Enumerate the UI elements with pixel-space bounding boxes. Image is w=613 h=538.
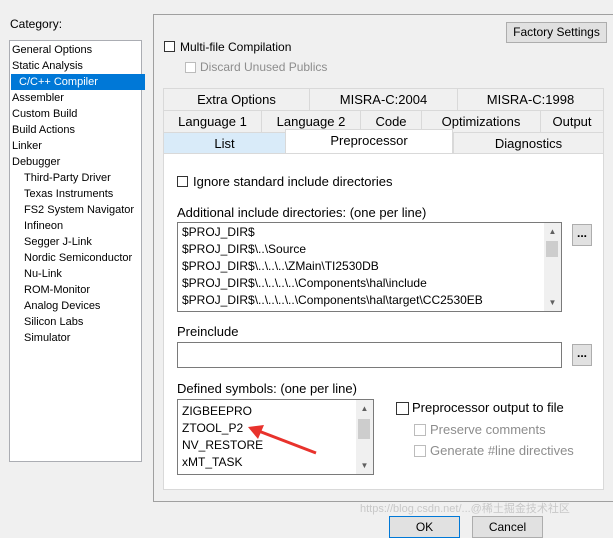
tab-misra-1998[interactable]: MISRA-C:1998 (457, 88, 604, 110)
category-item[interactable]: Infineon (11, 218, 63, 234)
preprocessor-output-label: Preprocessor output to file (412, 400, 564, 415)
annotation-arrow-icon (248, 425, 317, 455)
include-dir-line: $PROJ_DIR$\..\..\..\..\Components\hal\ta… (182, 293, 483, 307)
include-dir-line: $PROJ_DIR$\..\..\..\..\Components\hal\in… (182, 276, 427, 290)
tab-language-1[interactable]: Language 1 (163, 110, 261, 132)
category-label: Category: (10, 17, 63, 31)
generate-line-label: Generate #line directives (430, 443, 574, 458)
preinclude-label: Preinclude (177, 324, 239, 339)
category-item[interactable]: Linker (11, 138, 42, 154)
include-dir-line: $PROJ_DIR$\..\Source (182, 242, 307, 256)
discard-unused-label: Discard Unused Publics (200, 60, 328, 74)
scroll-down-icon[interactable]: ▼ (356, 457, 373, 474)
category-item[interactable]: Static Analysis (11, 58, 83, 74)
preprocessor-output-checkbox[interactable] (396, 402, 409, 415)
include-dirs-textarea[interactable]: $PROJ_DIR$ $PROJ_DIR$\..\Source $PROJ_DI… (177, 222, 562, 312)
preinclude-browse-button[interactable]: ... (572, 344, 592, 366)
ignore-std-includes-label: Ignore standard include directories (193, 174, 393, 189)
discard-unused-checkbox[interactable] (185, 62, 196, 73)
cancel-button[interactable]: Cancel (472, 516, 543, 538)
defined-symbol-line: ZIGBEEPRO (182, 404, 253, 418)
category-item[interactable]: ROM-Monitor (11, 282, 90, 298)
tab-diagnostics[interactable]: Diagnostics (453, 132, 604, 154)
category-item[interactable]: Analog Devices (11, 298, 100, 314)
include-dirs-label: Additional include directories: (one per… (177, 205, 427, 220)
category-list[interactable]: General Options Static Analysis C/C++ Comp… (9, 40, 145, 462)
defined-symbols-scrollbar[interactable]: ▲ ▼ (356, 400, 373, 474)
scroll-thumb[interactable] (546, 241, 558, 257)
include-dir-line: $PROJ_DIR$\..\..\..\ZMain\TI2530DB (182, 259, 379, 273)
category-item[interactable]: Nordic Semiconductor (11, 250, 132, 266)
category-item[interactable]: Assembler (11, 90, 64, 106)
preserve-comments-label: Preserve comments (430, 422, 546, 437)
factory-settings-button[interactable]: Factory Settings (506, 22, 607, 43)
watermark: https://blog.csdn.net/...@稀土掘金技术社区 (360, 503, 570, 515)
scroll-up-icon[interactable]: ▲ (356, 400, 373, 417)
tab-list[interactable]: List (163, 132, 285, 154)
include-dirs-browse-button[interactable]: ... (572, 224, 592, 246)
category-item[interactable]: Texas Instruments (11, 186, 113, 202)
defined-symbol-line: ZTOOL_P2 (182, 421, 244, 435)
scroll-thumb[interactable] (358, 419, 370, 439)
category-item[interactable]: Third-Party Driver (11, 170, 111, 186)
multi-file-label: Multi-file Compilation (180, 40, 292, 54)
category-item[interactable]: Simulator (11, 330, 70, 346)
include-dir-line: $PROJ_DIR$ (182, 225, 255, 239)
category-item[interactable]: Segger J-Link (11, 234, 92, 250)
preinclude-input[interactable] (177, 342, 562, 368)
category-item[interactable]: Nu-Link (11, 266, 62, 282)
category-item[interactable]: Debugger (11, 154, 60, 170)
tab-extra-options[interactable]: Extra Options (163, 88, 309, 110)
multi-file-checkbox[interactable] (164, 41, 175, 52)
tab-misra-2004[interactable]: MISRA-C:2004 (309, 88, 457, 110)
category-item[interactable]: Build Actions (11, 122, 75, 138)
tab-output[interactable]: Output (540, 110, 604, 132)
generate-line-checkbox[interactable] (414, 445, 426, 457)
scroll-down-icon[interactable]: ▼ (544, 294, 561, 311)
category-item[interactable]: C/C++ Compiler (11, 74, 145, 90)
scroll-up-icon[interactable]: ▲ (544, 223, 561, 240)
ignore-std-includes-checkbox[interactable] (177, 176, 188, 187)
defined-symbol-line: xMT_TASK (182, 455, 243, 469)
tab-preprocessor[interactable]: Preprocessor (285, 129, 453, 154)
defined-symbols-label: Defined symbols: (one per line) (177, 381, 357, 396)
preserve-comments-checkbox[interactable] (414, 424, 426, 436)
category-item[interactable]: Custom Build (11, 106, 77, 122)
include-dirs-scrollbar[interactable]: ▲ ▼ (544, 223, 561, 311)
category-item[interactable]: General Options (11, 42, 92, 58)
category-item[interactable]: Silicon Labs (11, 314, 83, 330)
ok-button[interactable]: OK (389, 516, 460, 538)
category-item[interactable]: FS2 System Navigator (11, 202, 134, 218)
